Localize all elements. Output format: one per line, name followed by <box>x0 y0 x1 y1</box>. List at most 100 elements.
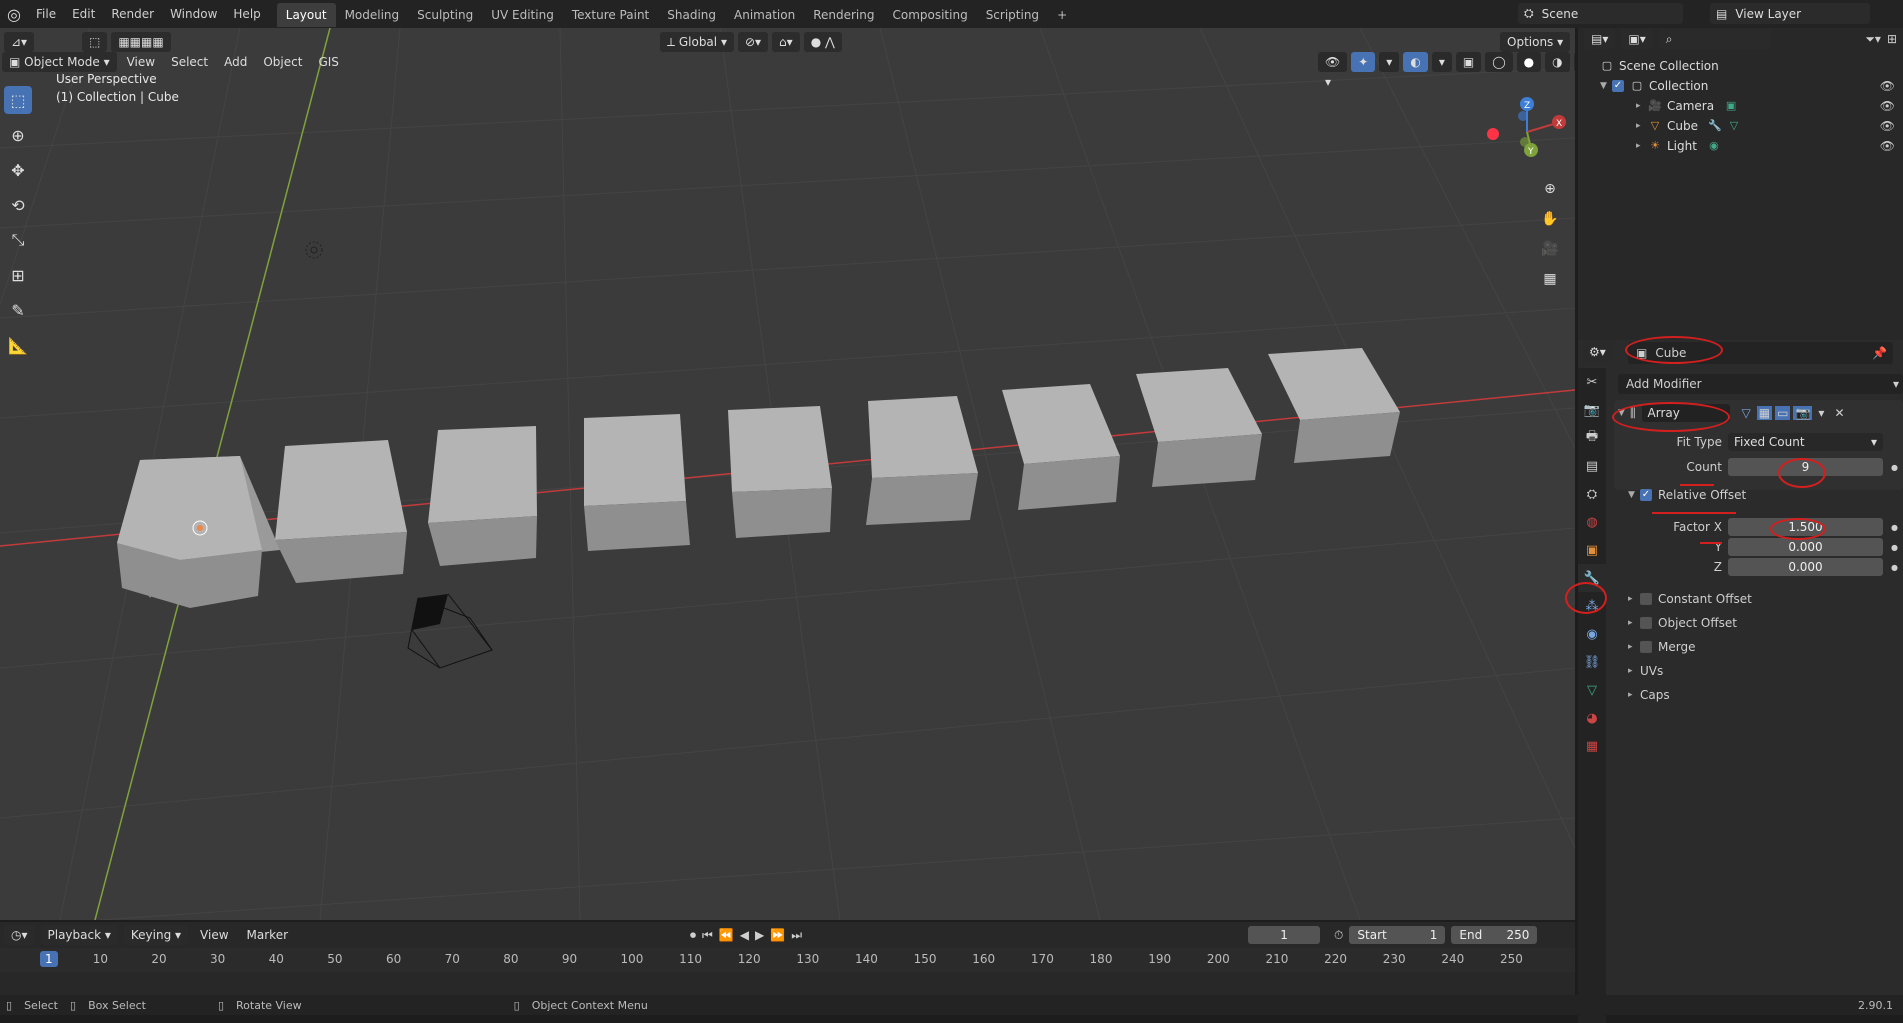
edit-cage-icon[interactable]: ▽ <box>1742 406 1751 420</box>
material-tab-icon[interactable]: ◕ <box>1578 704 1606 732</box>
shading-material-icon[interactable]: ◑ <box>1545 52 1570 72</box>
axis-gizmo[interactable]: Z X Y <box>1479 92 1575 172</box>
scene-tab-icon[interactable]: ⛭ <box>1578 480 1606 508</box>
select-box-icon[interactable]: ▦▦▦▦ <box>111 32 171 52</box>
uvs-row[interactable]: ▸ UVs <box>1628 664 1663 678</box>
play-icon[interactable]: ▶ <box>755 928 764 942</box>
outliner-search-input[interactable]: ⌕ <box>1658 29 1771 49</box>
expand-icon[interactable]: ▸ <box>1636 121 1648 131</box>
visibility-eye-icon[interactable]: 👁 <box>1880 139 1895 153</box>
transform-tool-icon[interactable]: ⊞ <box>4 261 32 289</box>
overlay-toggle-icon[interactable]: ◐ <box>1403 52 1428 72</box>
jump-start-icon[interactable]: ⏮ <box>702 928 713 943</box>
tab-compositing[interactable]: Compositing <box>883 3 976 27</box>
overlay-dropdown[interactable]: ▾ <box>1431 52 1452 72</box>
viewport-menu-view[interactable]: View <box>121 55 161 69</box>
expand-icon[interactable]: ▸ <box>1628 618 1640 628</box>
keying-menu[interactable]: Keying ▾ <box>123 925 189 945</box>
visibility-eye-icon[interactable]: 👁 <box>1880 99 1895 113</box>
expand-icon[interactable]: ▸ <box>1636 101 1648 111</box>
gizmo-toggle-icon[interactable]: ✦ <box>1351 52 1376 72</box>
cursor-tool-icon[interactable]: ⊕ <box>4 121 32 149</box>
modifier-menu-icon[interactable]: ▾ <box>1818 406 1824 420</box>
timeline-menu-view[interactable]: View <box>194 928 234 942</box>
expand-icon[interactable]: ▸ <box>1628 642 1640 652</box>
menu-window[interactable]: Window <box>162 0 225 28</box>
scale-tool-icon[interactable]: ⤡ <box>4 226 32 254</box>
transform-orientation-dropdown[interactable]: ⟂ Global ▾ <box>660 32 734 52</box>
tab-uv-editing[interactable]: UV Editing <box>482 3 563 27</box>
properties-editor-type[interactable]: ⚙▾ <box>1582 342 1613 362</box>
viewport-menu-add[interactable]: Add <box>218 55 253 69</box>
outliner-item-camera[interactable]: ▸ 🎥 Camera ▣ 👁 <box>1578 96 1903 116</box>
menu-render[interactable]: Render <box>103 0 162 28</box>
playback-menu[interactable]: Playback ▾ <box>40 925 118 945</box>
physics-tab-icon[interactable]: ◉ <box>1578 620 1606 648</box>
object-tab-icon[interactable]: ▣ <box>1578 536 1606 564</box>
shading-wireframe-icon[interactable]: ◯ <box>1485 52 1513 72</box>
pin-icon[interactable]: 📌 <box>1872 346 1887 360</box>
menu-file[interactable]: File <box>28 0 64 28</box>
navigation-gizmo[interactable]: Z X Y ⊕ ✋ 🎥 ▦ <box>1479 92 1575 322</box>
shading-solid-icon[interactable]: ● <box>1516 52 1542 72</box>
timeline-editor-type[interactable]: ◷▾ <box>4 925 35 945</box>
options-dropdown[interactable]: Options ▾ <box>1500 32 1571 52</box>
outliner-editor-type[interactable]: ▤▾ <box>1584 29 1616 49</box>
editmode-toggle-icon[interactable]: ▦ <box>1756 406 1773 420</box>
current-frame-input[interactable]: 1 <box>1248 926 1321 944</box>
object-offset-checkbox[interactable] <box>1640 617 1652 629</box>
display-mode-dropdown[interactable]: ▣▾ <box>1621 29 1653 49</box>
data-tab-icon[interactable]: ▽ <box>1578 676 1606 704</box>
expand-icon[interactable]: ▸ <box>1636 141 1648 151</box>
tab-modeling[interactable]: Modeling <box>336 3 409 27</box>
tab-shading[interactable]: Shading <box>658 3 725 27</box>
add-workspace-icon[interactable]: + <box>1048 3 1076 27</box>
snap-toggle[interactable]: ⌂▾ <box>772 32 800 52</box>
scene-collection-row[interactable]: ▢ Scene Collection <box>1578 56 1903 76</box>
outliner-item-light[interactable]: ▸ ☀ Light ◉ 👁 <box>1578 136 1903 156</box>
zoom-icon[interactable]: ⊕ <box>1537 176 1563 202</box>
view-layer-selector[interactable]: ▤ View Layer <box>1710 3 1870 24</box>
caps-row[interactable]: ▸ Caps <box>1628 688 1670 702</box>
tab-scripting[interactable]: Scripting <box>977 3 1048 27</box>
relative-offset-row[interactable]: ▼ ✓ Relative Offset <box>1628 488 1746 502</box>
keyframe-dot-icon[interactable]: ● <box>1891 563 1898 572</box>
rotate-tool-icon[interactable]: ⟲ <box>4 191 32 219</box>
tab-rendering[interactable]: Rendering <box>804 3 883 27</box>
camera-view-icon[interactable]: 🎥 <box>1537 236 1563 262</box>
scene-selector[interactable]: ⛭ Scene <box>1518 3 1683 24</box>
fit-type-dropdown[interactable]: Fixed Count ▾ <box>1728 433 1883 451</box>
keyframe-dot-icon[interactable]: ● <box>1891 543 1898 552</box>
add-modifier-dropdown[interactable]: Add Modifier ▾ <box>1618 374 1903 394</box>
proportional-edit-toggle[interactable]: ● ⋀ <box>803 32 842 52</box>
ortho-grid-icon[interactable]: ▦ <box>1537 266 1563 292</box>
collection-checkbox[interactable]: ✓ <box>1612 80 1624 92</box>
constant-offset-checkbox[interactable] <box>1640 593 1652 605</box>
gizmo-dropdown[interactable]: ▾ <box>1379 52 1400 72</box>
pan-hand-icon[interactable]: ✋ <box>1537 206 1563 232</box>
texture-tab-icon[interactable]: ▦ <box>1578 732 1606 760</box>
relative-offset-checkbox[interactable]: ✓ <box>1640 489 1652 501</box>
view-layer-tab-icon[interactable]: ▤ <box>1578 452 1606 480</box>
record-icon[interactable]: ⏺ <box>690 928 696 943</box>
visibility-eye-icon[interactable]: 👁 <box>1880 79 1895 93</box>
object-offset-row[interactable]: ▸ Object Offset <box>1628 616 1737 630</box>
menu-edit[interactable]: Edit <box>64 0 103 28</box>
factor-z-input[interactable]: 0.000 <box>1728 558 1883 576</box>
filter-icon[interactable]: ⏷▾ <box>1865 32 1881 47</box>
move-tool-icon[interactable]: ✥ <box>4 156 32 184</box>
merge-checkbox[interactable] <box>1640 641 1652 653</box>
merge-row[interactable]: ▸ Merge <box>1628 640 1695 654</box>
constraints-tab-icon[interactable]: ⛓ <box>1578 648 1606 676</box>
viewport-toggle-icon[interactable]: ▭ <box>1775 406 1791 420</box>
editor-type-button[interactable]: ⊿▾ <box>4 32 35 52</box>
end-frame-input[interactable]: End 250 <box>1451 926 1538 944</box>
factor-y-input[interactable]: 0.000 <box>1728 538 1883 556</box>
render-toggle-icon[interactable]: 📷 <box>1793 406 1813 420</box>
output-tab-icon[interactable]: 🖶 <box>1578 424 1606 452</box>
render-tab-icon[interactable]: 📷 <box>1578 396 1606 424</box>
measure-tool-icon[interactable]: 📐 <box>4 331 32 359</box>
constant-offset-row[interactable]: ▸ Constant Offset <box>1628 592 1752 606</box>
expand-icon[interactable]: ▸ <box>1628 666 1640 676</box>
tab-sculpting[interactable]: Sculpting <box>408 3 482 27</box>
